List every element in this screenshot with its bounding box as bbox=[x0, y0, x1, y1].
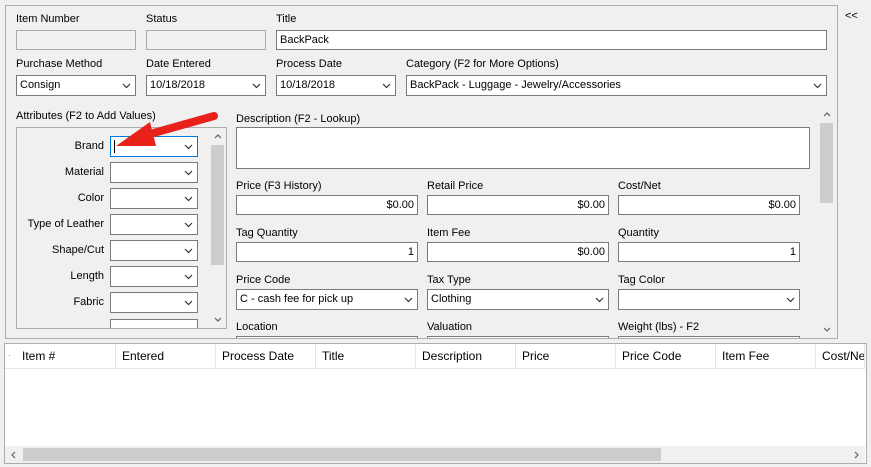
scroll-thumb[interactable] bbox=[23, 448, 661, 461]
price-code-label: Price Code bbox=[236, 274, 291, 286]
item-fee-field[interactable]: $0.00 bbox=[427, 242, 609, 262]
cost-net-field[interactable]: $0.00 bbox=[618, 195, 800, 215]
retail-price-label: Retail Price bbox=[427, 180, 484, 192]
collapse-panel-button[interactable]: << bbox=[845, 10, 858, 22]
scroll-down-icon[interactable] bbox=[209, 311, 226, 328]
attributes-scrollbar[interactable] bbox=[209, 128, 226, 328]
retail-price-field[interactable]: $0.00 bbox=[427, 195, 609, 215]
attribute-select[interactable] bbox=[110, 240, 198, 261]
attribute-label: Length bbox=[70, 270, 104, 282]
grid-column-header[interactable]: Entered bbox=[116, 344, 216, 368]
chevron-down-icon[interactable] bbox=[181, 267, 195, 286]
scroll-left-icon[interactable] bbox=[5, 446, 22, 463]
grid-column-header[interactable]: Title bbox=[316, 344, 416, 368]
item-fee-label: Item Fee bbox=[427, 227, 471, 239]
attribute-label: Color bbox=[77, 192, 104, 204]
description-label: Description (F2 - Lookup) bbox=[236, 113, 361, 125]
tax-type-label: Tax Type bbox=[427, 274, 471, 286]
purchase-method-select[interactable]: Consign bbox=[16, 75, 136, 96]
chevron-down-icon[interactable] bbox=[181, 163, 195, 182]
item-number-label: Item Number bbox=[16, 13, 80, 25]
process-date-picker[interactable]: 10/18/2018 bbox=[276, 75, 396, 96]
attribute-row-partial bbox=[110, 319, 198, 328]
chevron-down-icon[interactable] bbox=[783, 290, 797, 309]
scroll-up-icon[interactable] bbox=[818, 106, 835, 123]
chevron-down-icon[interactable] bbox=[401, 290, 415, 309]
scroll-down-icon[interactable] bbox=[818, 321, 835, 338]
attribute-select[interactable] bbox=[110, 214, 198, 235]
weight-label: Weight (lbs) - F2 bbox=[618, 321, 700, 333]
category-select[interactable]: BackPack - Luggage - Jewelry/Accessories bbox=[406, 75, 827, 96]
description-field[interactable] bbox=[236, 127, 810, 169]
attribute-label: Shape/Cut bbox=[52, 244, 104, 256]
attribute-label: Brand bbox=[74, 140, 104, 152]
date-entered-label: Date Entered bbox=[146, 58, 211, 70]
tag-quantity-label: Tag Quantity bbox=[236, 227, 298, 239]
process-date-value: 10/18/2018 bbox=[280, 79, 336, 91]
price-field[interactable]: $0.00 bbox=[236, 195, 418, 215]
grid-column-header[interactable]: Cost/Net bbox=[816, 344, 865, 368]
attribute-select[interactable] bbox=[110, 266, 198, 287]
attributes-panel: Brand Material Color Type of Leather Shape/C… bbox=[16, 127, 227, 329]
tag-color-label: Tag Color bbox=[618, 274, 666, 286]
attribute-label: Fabric bbox=[73, 296, 104, 308]
chevron-down-icon[interactable] bbox=[119, 76, 133, 95]
grid-column-header[interactable]: Description bbox=[416, 344, 516, 368]
price-code-select[interactable]: C - cash fee for pick up bbox=[236, 289, 418, 310]
location-label: Location bbox=[236, 321, 278, 333]
title-label: Title bbox=[276, 13, 297, 25]
chevron-down-icon[interactable] bbox=[249, 76, 263, 95]
title-field[interactable]: BackPack bbox=[276, 30, 827, 50]
attribute-label: Type of Leather bbox=[27, 218, 104, 230]
valuation-field[interactable] bbox=[427, 336, 609, 338]
status-label: Status bbox=[146, 13, 178, 25]
chevron-down-icon[interactable] bbox=[181, 293, 195, 312]
quantity-label: Quantity bbox=[618, 227, 659, 239]
purchase-method-value: Consign bbox=[20, 79, 61, 91]
grid-column-header[interactable]: Price bbox=[516, 344, 616, 368]
category-value: BackPack - Luggage - Jewelry/Accessories bbox=[410, 79, 621, 91]
weight-field[interactable] bbox=[618, 336, 800, 338]
tag-color-select[interactable] bbox=[618, 289, 800, 310]
attribute-label: Material bbox=[64, 166, 104, 178]
valuation-label: Valuation bbox=[427, 321, 473, 333]
item-number-field[interactable] bbox=[16, 30, 136, 50]
quantity-field[interactable]: 1 bbox=[618, 242, 800, 262]
tax-type-select[interactable]: Clothing bbox=[427, 289, 609, 310]
annotation-arrow-icon bbox=[116, 112, 218, 146]
location-field[interactable] bbox=[236, 336, 418, 338]
chevron-down-icon[interactable] bbox=[379, 76, 393, 95]
chevron-down-icon[interactable] bbox=[592, 290, 606, 309]
chevron-down-icon[interactable] bbox=[181, 241, 195, 260]
attribute-select[interactable] bbox=[110, 162, 198, 183]
grid-header: · Item # Entered Process Date Title Descript… bbox=[5, 344, 865, 369]
tag-quantity-field[interactable]: 1 bbox=[236, 242, 418, 262]
grid-column-header[interactable]: Item # bbox=[16, 344, 116, 368]
chevron-down-icon[interactable] bbox=[181, 189, 195, 208]
status-field[interactable] bbox=[146, 30, 266, 50]
attribute-select[interactable] bbox=[110, 292, 198, 313]
scroll-thumb[interactable] bbox=[211, 145, 224, 265]
category-label: Category (F2 for More Options) bbox=[406, 58, 559, 70]
details-panel: Description (F2 - Lookup) Price (F3 Hist… bbox=[231, 104, 835, 338]
purchase-method-label: Purchase Method bbox=[16, 58, 103, 70]
grid-column-header[interactable]: Item Fee bbox=[716, 344, 816, 368]
details-scrollbar[interactable] bbox=[818, 106, 835, 338]
grid-horizontal-scrollbar[interactable] bbox=[5, 446, 865, 463]
scroll-thumb[interactable] bbox=[820, 123, 833, 203]
chevron-down-icon[interactable] bbox=[810, 76, 824, 95]
date-entered-value: 10/18/2018 bbox=[150, 79, 206, 91]
process-date-label: Process Date bbox=[276, 58, 343, 70]
cost-net-label: Cost/Net bbox=[618, 180, 661, 192]
price-label: Price (F3 History) bbox=[236, 180, 322, 192]
grid-column-header[interactable]: Process Date bbox=[216, 344, 316, 368]
tax-type-value: Clothing bbox=[431, 293, 472, 305]
price-code-value: C - cash fee for pick up bbox=[240, 293, 354, 305]
scroll-right-icon[interactable] bbox=[848, 446, 865, 463]
grid-column-header[interactable]: Price Code bbox=[616, 344, 716, 368]
chevron-down-icon[interactable] bbox=[181, 215, 195, 234]
date-entered-picker[interactable]: 10/18/2018 bbox=[146, 75, 266, 96]
attribute-select[interactable] bbox=[110, 188, 198, 209]
